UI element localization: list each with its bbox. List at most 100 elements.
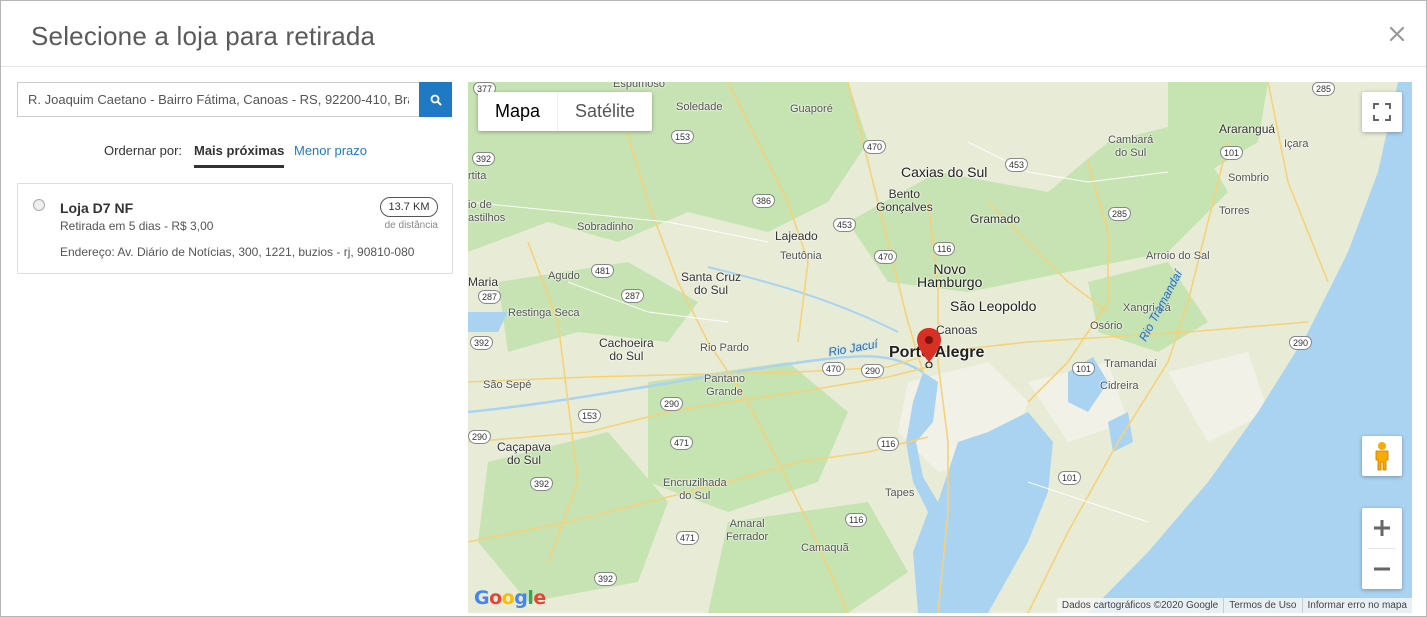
- map-label-city: Guaporé: [790, 103, 833, 115]
- road-shield: 471: [676, 531, 700, 545]
- store-card[interactable]: Loja D7 NF Retirada em 5 dias - R$ 3,00 …: [17, 183, 453, 274]
- search-button[interactable]: [419, 82, 452, 117]
- pegman-icon: [1375, 442, 1389, 471]
- map-label-city: Içara: [1284, 138, 1309, 150]
- map-label-city: Camaquã: [801, 542, 849, 554]
- logo-letter: o: [489, 587, 502, 609]
- terms-link[interactable]: Termos de Uso: [1223, 598, 1301, 613]
- store-address: Endereço: Av. Diário de Notícias, 300, 1…: [60, 245, 415, 259]
- road-shield: 101: [1220, 146, 1244, 160]
- road-shield: 453: [833, 218, 857, 232]
- modal-header: Selecione a loja para retirada: [1, 1, 1426, 67]
- store-selection-modal: Selecione a loja para retirada Ordernar …: [0, 0, 1427, 617]
- road-shield: 287: [621, 289, 645, 303]
- map-label-city: Lajeado: [775, 229, 818, 243]
- zoom-out-button[interactable]: [1362, 549, 1402, 589]
- store-list-panel: Ordernar por: Mais próximas Menor prazo …: [1, 67, 468, 616]
- map-label-city: Tramandaí: [1104, 358, 1157, 370]
- map-label-city: Agudo: [548, 270, 580, 282]
- map-label-city: Canoas: [936, 323, 978, 337]
- report-error-link[interactable]: Informar erro no mapa: [1301, 598, 1413, 613]
- sort-options: Ordernar por: Mais próximas Menor prazo: [1, 143, 468, 169]
- road-shield: 470: [874, 250, 898, 264]
- road-shield: 101: [1072, 362, 1096, 376]
- map-label-city: Torres: [1219, 205, 1250, 217]
- map-type-map-button[interactable]: Mapa: [478, 92, 557, 131]
- map-label-city: Teutônia: [780, 250, 822, 262]
- road-shield: 287: [478, 290, 502, 304]
- store-pickup-info: Retirada em 5 dias - R$ 3,00: [60, 219, 214, 233]
- map-label-city: Maria: [468, 275, 499, 289]
- road-shield: 392: [470, 336, 494, 350]
- sort-fastest-tab[interactable]: Menor prazo: [294, 143, 367, 158]
- road-shield: 470: [822, 362, 846, 376]
- sort-nearest-tab[interactable]: Mais próximas: [194, 143, 285, 168]
- fullscreen-icon: [1373, 103, 1391, 121]
- map-label-city: Soledade: [676, 101, 723, 113]
- store-radio[interactable]: [33, 199, 45, 211]
- map-label-city: Tapes: [885, 487, 915, 499]
- minus-icon: [1374, 567, 1390, 571]
- map-type-control: Mapa Satélite: [478, 92, 653, 131]
- map-data-credit: Dados cartográficos ©2020 Google: [1061, 600, 1219, 611]
- map-attribution: Dados cartográficos ©2020 Google Termos …: [1056, 598, 1413, 613]
- road-shield: 116: [877, 437, 900, 451]
- road-shield: 116: [933, 242, 956, 256]
- road-shield: 290: [468, 430, 492, 444]
- street-view-button[interactable]: [1362, 436, 1402, 476]
- map-label-city: Amaral Ferrador: [726, 518, 769, 543]
- road-shield: 290: [861, 364, 885, 378]
- address-search: [17, 82, 452, 117]
- address-input[interactable]: [17, 82, 419, 117]
- close-icon: [1389, 26, 1405, 42]
- map-label-city: Cambará do Sul: [1108, 134, 1154, 159]
- map-label-city: Gramado: [970, 212, 1021, 226]
- plus-icon: [1374, 520, 1390, 536]
- road-shield: 153: [671, 130, 695, 144]
- map-label-city: Osório: [1090, 320, 1123, 332]
- map-label-city: Cachoeira do Sul: [599, 336, 654, 363]
- road-shield: 470: [863, 140, 887, 154]
- fullscreen-button[interactable]: [1362, 92, 1402, 132]
- zoom-control: [1362, 508, 1402, 589]
- map-label-city: rtita: [468, 170, 487, 182]
- road-shield: 290: [660, 397, 684, 411]
- road-shield: 453: [1005, 158, 1029, 172]
- road-shield: 386: [752, 194, 776, 208]
- close-button[interactable]: [1386, 23, 1408, 45]
- map-label-city: São Sepé: [483, 379, 532, 391]
- store-name: Loja D7 NF: [60, 200, 134, 216]
- road-shield: 392: [594, 572, 618, 586]
- map-label-city: Restinga Seca: [508, 307, 580, 319]
- location-pin-icon[interactable]: [917, 328, 941, 368]
- map-label-city: io de astilhos: [468, 199, 506, 224]
- google-logo[interactable]: Google: [474, 587, 546, 609]
- road-shield: 290: [1289, 336, 1313, 350]
- map-label-city: Caxias do Sul: [901, 164, 988, 180]
- map-label-city: Cidreira: [1100, 380, 1139, 392]
- map-label-city: Santa Cruz do Sul: [681, 270, 742, 297]
- map-label-city: Pantano Grande: [704, 373, 745, 398]
- map-label-city: Sombrio: [1228, 172, 1269, 184]
- distance-badge: 13.7 KM: [380, 197, 438, 217]
- distance-caption: de distância: [384, 220, 438, 231]
- map-label-city: Arroio do Sal: [1146, 250, 1210, 262]
- zoom-in-button[interactable]: [1362, 508, 1402, 548]
- search-icon: [430, 94, 441, 105]
- road-shield: 153: [578, 409, 602, 423]
- road-shield: 481: [591, 264, 615, 278]
- logo-letter: g: [514, 587, 528, 609]
- map-label-city: Araranguá: [1219, 122, 1276, 136]
- map-label-city: Novo Hamburgo: [917, 261, 983, 290]
- map-view[interactable]: 377 285 153 392 470 453 386 453 101 116 …: [468, 82, 1412, 613]
- logo-letter: e: [533, 587, 546, 609]
- map-label-city: Bento Gonçalves: [876, 187, 933, 214]
- map-label-city: Encruzilhada do Sul: [663, 477, 727, 502]
- map-label-city: São Leopoldo: [950, 298, 1037, 314]
- modal-title: Selecione a loja para retirada: [31, 21, 376, 51]
- road-shield: 471: [670, 436, 694, 450]
- road-shield: 101: [1058, 471, 1082, 485]
- map-label-city: Caçapava do Sul: [497, 440, 552, 467]
- map-label-city: Rio Pardo: [700, 342, 749, 354]
- map-type-satellite-button[interactable]: Satélite: [557, 92, 652, 131]
